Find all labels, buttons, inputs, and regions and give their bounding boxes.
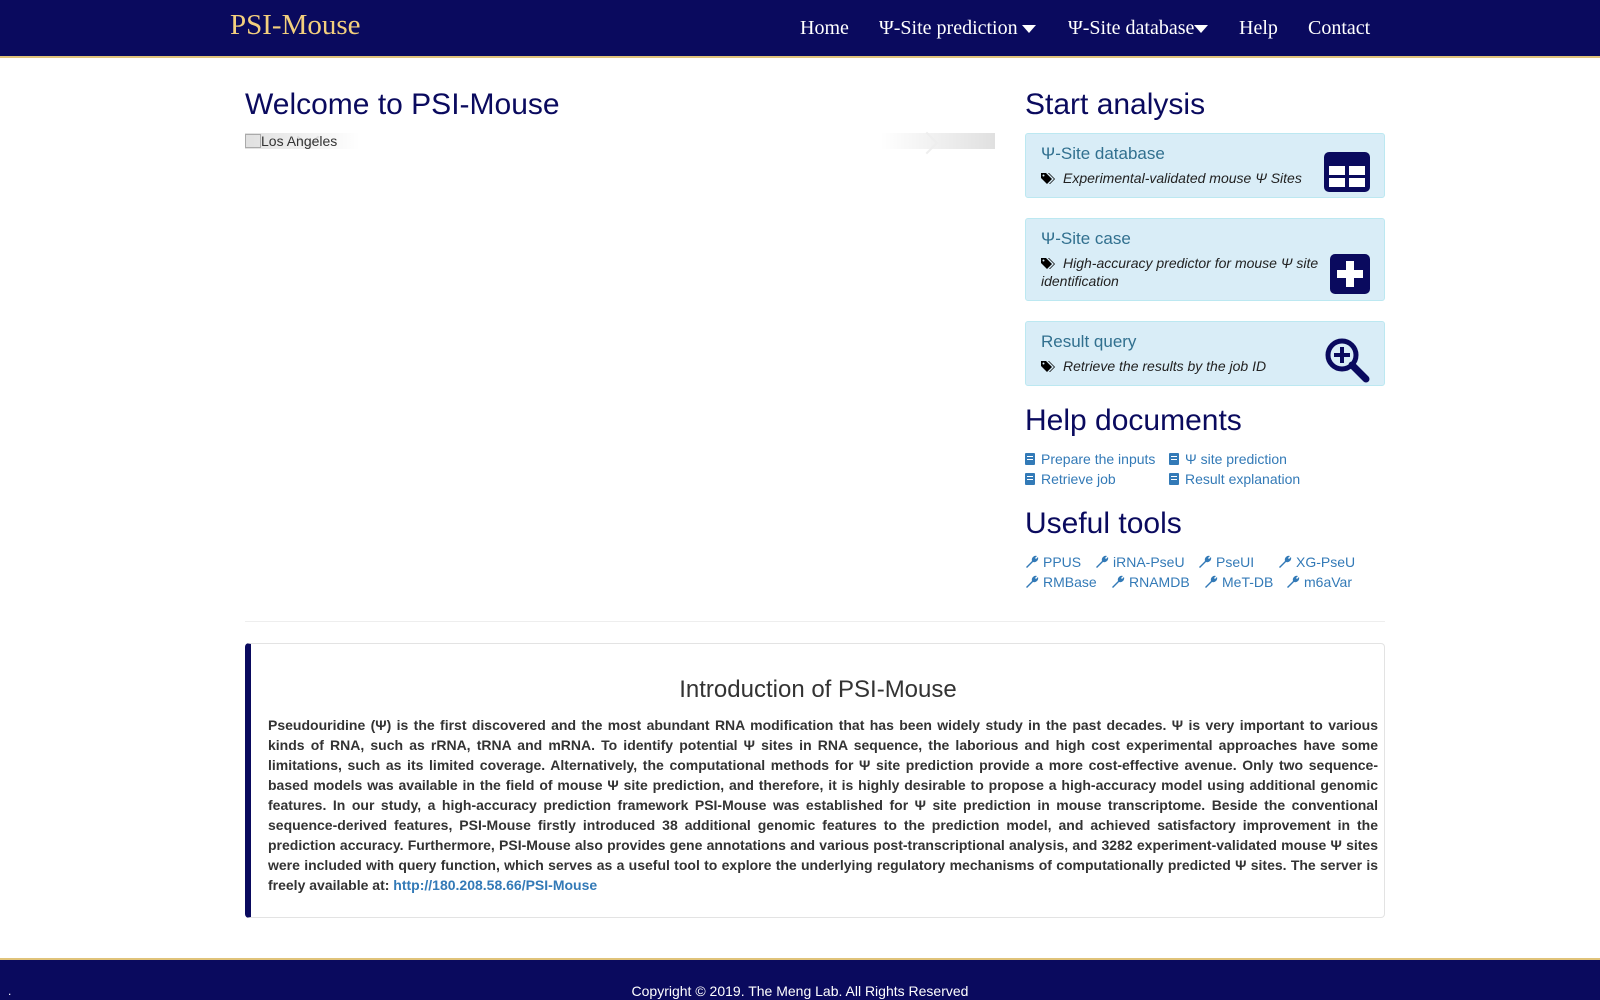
panel-desc-text: Experimental-validated mouse Ψ Sites [1063, 170, 1302, 186]
nav-help[interactable]: Help [1239, 17, 1278, 40]
help-link-site-prediction[interactable]: Ψ site prediction [1169, 451, 1287, 467]
tool-link-pseui[interactable]: PseUI [1198, 554, 1254, 570]
tool-link-rnamdb[interactable]: RNAMDB [1111, 574, 1190, 590]
panel-title: Ψ-Site case [1041, 229, 1131, 248]
search-plus-icon [1325, 338, 1370, 383]
tool-link-met-db[interactable]: MeT-DB [1204, 574, 1273, 590]
help-link-label: Ψ site prediction [1185, 451, 1287, 467]
caret-down-icon [1021, 25, 1036, 34]
help-link-retrieve-job[interactable]: Retrieve job [1025, 471, 1116, 487]
tool-link-ppus[interactable]: PPUS [1025, 554, 1081, 570]
panel-title: Ψ-Site database [1041, 144, 1165, 163]
chevron-right-icon [915, 131, 939, 155]
tool-link-label: PseUI [1216, 554, 1255, 570]
caret-down-icon [1194, 25, 1209, 34]
wrench-icon [1026, 555, 1039, 568]
tool-link-m6avar[interactable]: m6aVar [1286, 574, 1352, 590]
panel-desc: Retrieve the results by the job ID [1041, 357, 1311, 375]
intro-paragraph: Pseudouridine (Ψ) is the first discovere… [268, 715, 1378, 895]
tool-link-label: RMBase [1043, 574, 1097, 590]
book-icon [1169, 473, 1179, 485]
tool-link-xg-pseu[interactable]: XG-PseU [1278, 554, 1355, 570]
table-icon [1324, 152, 1370, 192]
wrench-icon [1279, 555, 1292, 568]
help-link-result-explanation[interactable]: Result explanation [1169, 471, 1300, 487]
wrench-icon [1199, 555, 1212, 568]
panel-desc: High-accuracy predictor for mouse Ψ site… [1041, 254, 1326, 290]
tags-icon [1041, 258, 1055, 269]
wrench-icon [1096, 555, 1109, 568]
tool-link-label: m6aVar [1304, 574, 1352, 590]
nav-site-prediction[interactable]: Ψ-Site prediction [879, 17, 1036, 40]
wrench-icon [1026, 575, 1039, 588]
help-documents-title: Help documents [1025, 404, 1242, 437]
carousel-image-alt: Los Angeles [261, 133, 338, 149]
panel-site-case[interactable]: Ψ-Site case High-accuracy predictor for … [1025, 218, 1385, 301]
wrench-icon [1287, 575, 1300, 588]
help-link-prepare-inputs[interactable]: Prepare the inputs [1025, 451, 1155, 467]
help-link-label: Prepare the inputs [1041, 451, 1156, 467]
carousel-next-button[interactable] [880, 131, 995, 155]
panel-desc-text: Retrieve the results by the job ID [1063, 358, 1267, 374]
tags-icon [1041, 173, 1055, 184]
book-icon [1025, 453, 1035, 465]
nav-site-prediction-label: Ψ-Site prediction [879, 17, 1018, 39]
tool-link-label: XG-PseU [1296, 554, 1356, 570]
panel-site-database[interactable]: Ψ-Site database Experimental-validated m… [1025, 133, 1385, 198]
server-url-link[interactable]: http://180.208.58.66/PSI-Mouse [393, 877, 597, 893]
broken-image-icon [245, 134, 261, 148]
intro-title: Introduction of PSI-Mouse [679, 676, 957, 703]
tool-link-rmbase[interactable]: RMBase [1025, 574, 1097, 590]
help-link-label: Retrieve job [1041, 471, 1116, 487]
nav-site-database[interactable]: Ψ-Site database [1068, 17, 1209, 40]
panel-desc: Experimental-validated mouse Ψ Sites [1041, 169, 1311, 187]
section-divider [245, 621, 1385, 622]
welcome-title: Welcome to PSI-Mouse [245, 88, 560, 121]
image-carousel: Los Angeles [245, 125, 995, 155]
start-analysis-title: Start analysis [1025, 88, 1206, 121]
useful-tools-title: Useful tools [1025, 507, 1182, 540]
top-navbar: PSI-Mouse Home Ψ-Site prediction Ψ-Site … [0, 0, 1600, 58]
help-link-label: Result explanation [1185, 471, 1301, 487]
wrench-icon [1112, 575, 1125, 588]
main-nav: Home Ψ-Site prediction Ψ-Site database H… [0, 17, 1600, 43]
book-icon [1169, 453, 1179, 465]
book-icon [1025, 473, 1035, 485]
footer-copyright: Copyright © 2019. The Meng Lab. All Righ… [631, 983, 969, 999]
nav-home[interactable]: Home [800, 17, 849, 40]
tool-link-label: PPUS [1043, 554, 1082, 570]
panel-result-query[interactable]: Result query Retrieve the results by the… [1025, 321, 1385, 386]
tool-link-irna-pseu[interactable]: iRNA-PseU [1095, 554, 1185, 570]
plus-square-icon [1330, 254, 1370, 294]
tool-link-label: MeT-DB [1222, 574, 1274, 590]
tool-link-label: RNAMDB [1129, 574, 1190, 590]
introduction-panel: Introduction of PSI-Mouse Pseudouridine … [245, 643, 1385, 918]
footer: . Copyright © 2019. The Meng Lab. All Ri… [0, 958, 1600, 1000]
panel-desc-text: High-accuracy predictor for mouse Ψ site… [1041, 255, 1319, 289]
wrench-icon [1205, 575, 1218, 588]
carousel-image: Los Angeles [245, 133, 337, 149]
tool-link-label: iRNA-PseU [1113, 554, 1185, 570]
panel-title: Result query [1041, 332, 1137, 351]
intro-text: Pseudouridine (Ψ) is the first discovere… [268, 717, 1378, 893]
nav-site-database-label: Ψ-Site database [1068, 17, 1195, 39]
tags-icon [1041, 361, 1055, 372]
nav-contact[interactable]: Contact [1308, 17, 1370, 40]
